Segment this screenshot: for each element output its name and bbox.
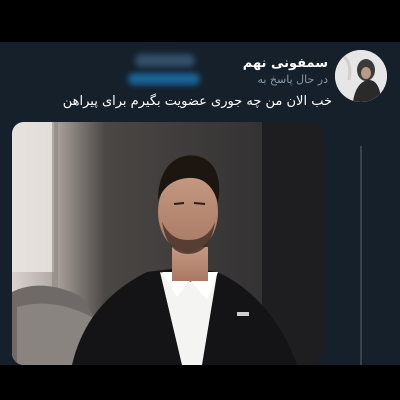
thread-connector-line bbox=[360, 146, 362, 365]
profile-avatar[interactable] bbox=[335, 50, 387, 102]
blurred-username bbox=[135, 54, 195, 67]
photo-man-in-suit bbox=[12, 122, 323, 365]
display-name[interactable]: سمفونی نهم bbox=[243, 56, 328, 71]
screenshot-frame: سمفونی نهم در حال پاسخ به خب الان من چه … bbox=[0, 0, 400, 400]
avatar-image bbox=[335, 50, 387, 102]
tweet-photo[interactable] bbox=[12, 122, 323, 365]
reply-tweet[interactable]: سمفونی نهم در حال پاسخ به خب الان من چه … bbox=[0, 42, 400, 365]
blurred-reply-mention[interactable] bbox=[128, 73, 200, 85]
tweet-text: خب الان من چه جوری عضویت بگیرم برای پیرا… bbox=[62, 94, 332, 109]
replying-to-label: در حال پاسخ به bbox=[257, 73, 328, 86]
